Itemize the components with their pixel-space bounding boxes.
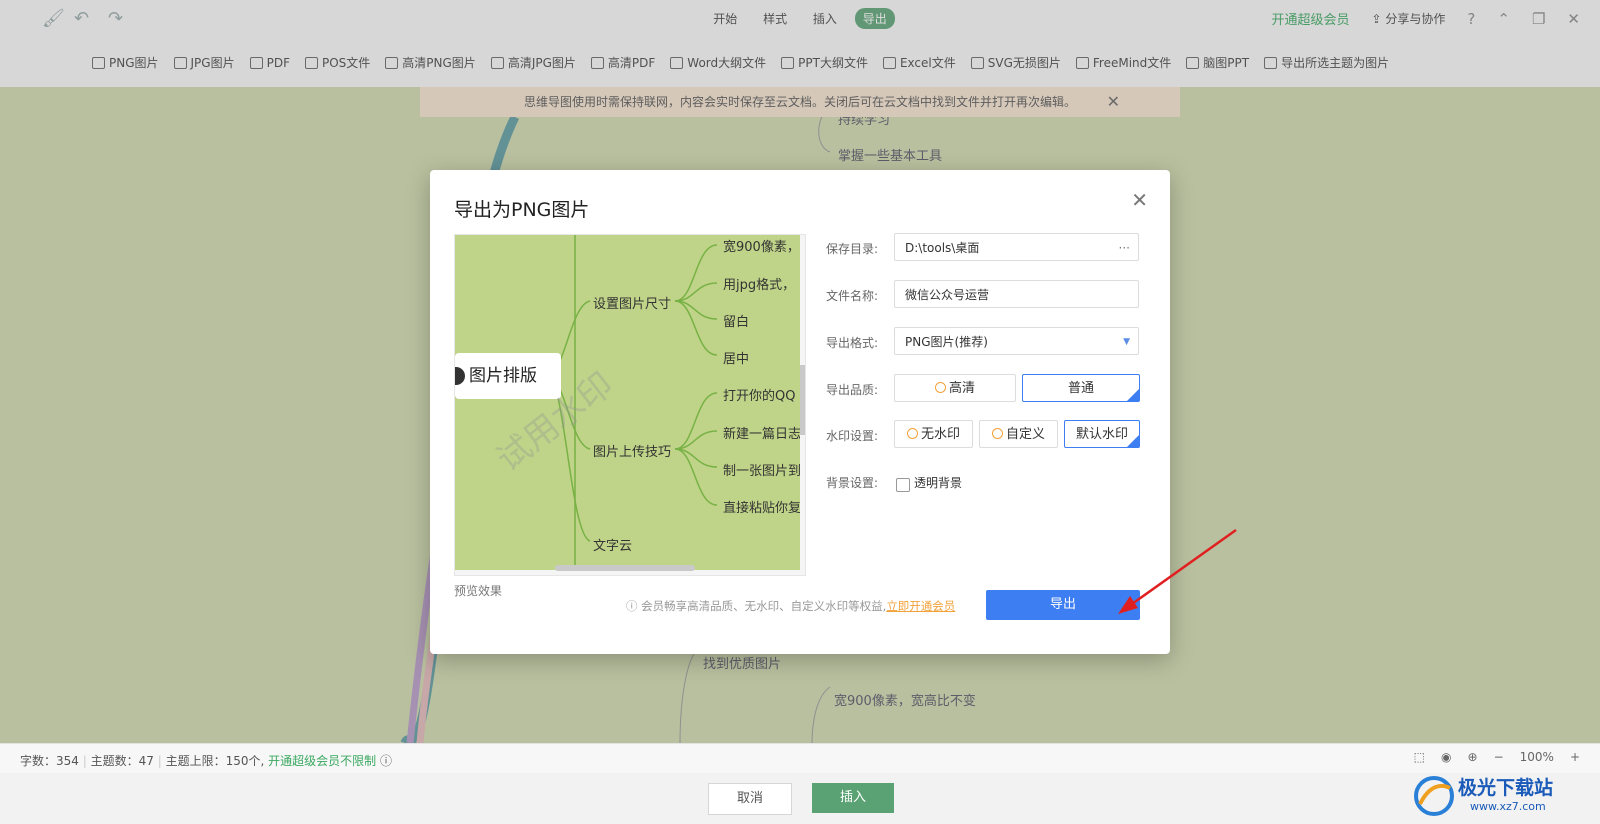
format-label: 导出格式: [826, 336, 879, 350]
preview-leaf: 直接粘贴你复 [723, 501, 800, 516]
save-dir-field[interactable]: D:\tools\桌面 ··· [894, 233, 1139, 261]
save-dir-value: D:\tools\桌面 [905, 241, 980, 255]
quality-label: 导出品质: [826, 383, 879, 397]
file-name-value: 微信公众号运营 [905, 288, 990, 302]
file-name-label: 文件名称: [826, 289, 879, 303]
info-icon: ⓘ [626, 599, 642, 613]
browse-more-icon[interactable]: ··· [1119, 234, 1130, 262]
preview-image: 图片排版 设置图片尺寸 图片上传技巧 文字云 宽900像素， 用jpg格式， 留… [455, 235, 800, 570]
format-value: PNG图片(推荐) [905, 335, 988, 349]
export-png-dialog: 导出为PNG图片 ✕ 图片排版 设置图片尺寸 图片上传技巧 文字云 宽900像素… [430, 170, 1170, 654]
root-dot-icon [455, 367, 465, 385]
preview-root-node: 图片排版 [455, 353, 561, 399]
save-dir-label: 保存目录: [826, 242, 879, 256]
vip-coin-icon [934, 382, 946, 393]
promo-text: 会员畅享高清品质、无水印、自定义水印等权益, [641, 599, 887, 613]
close-icon[interactable]: ✕ [1131, 188, 1148, 212]
preview-leaf: 宽900像素， [723, 240, 800, 255]
topic-count: 主题数：47 [90, 754, 154, 768]
help-icon[interactable]: ⓘ [380, 754, 392, 768]
quality-hd-label: 高清 [948, 381, 975, 396]
preview-root-label: 图片排版 [469, 366, 537, 386]
default-watermark-option[interactable]: 默认水印 [1064, 420, 1140, 448]
vip-coin-icon [991, 428, 1003, 439]
open-vip-link[interactable]: 立即开通会员 [886, 599, 955, 613]
quality-normal-option[interactable]: 普通 [1022, 374, 1140, 402]
logo-url: www.xz7.com [1470, 800, 1546, 813]
dialog-title: 导出为PNG图片 [454, 199, 590, 221]
preview-vertical-scrollbar[interactable] [800, 365, 805, 435]
status-left: 字数：354 | 主题数：47 | 主题上限：150个, 开通超级会员不限制 ⓘ [20, 754, 392, 768]
preview-horizontal-scrollbar[interactable] [555, 565, 695, 571]
zoom-level: 100% [1519, 750, 1554, 764]
chevron-down-icon: ▼ [1123, 337, 1130, 347]
insert-button[interactable]: 插入 [812, 783, 894, 813]
transparent-bg-checkbox[interactable] [896, 478, 910, 492]
vip-promo: ⓘ 会员畅享高清品质、无水印、自定义水印等权益,立即开通会员 [626, 598, 955, 614]
logo-name: 极光下载站 [1458, 777, 1554, 799]
status-right: ⬚ ◉ ⊕ − 100% + [1414, 750, 1580, 764]
custom-watermark-label: 自定义 [1005, 427, 1045, 442]
preview-leaf: 用jpg格式， [723, 278, 796, 293]
vip-coin-icon [906, 428, 918, 439]
locate-icon[interactable]: ⊕ [1468, 750, 1478, 764]
file-name-input[interactable]: 微信公众号运营 [894, 280, 1139, 308]
preview-branch-wordcloud: 文字云 [593, 539, 633, 554]
selected-check-icon [1127, 389, 1139, 401]
preview-leaf: 留白 [723, 315, 750, 330]
preview-panel[interactable]: 图片排版 设置图片尺寸 图片上传技巧 文字云 宽900像素， 用jpg格式， 留… [454, 234, 806, 576]
preview-leaf: 打开你的QQ [723, 389, 796, 404]
status-bar: 字数：354 | 主题数：47 | 主题上限：150个, 开通超级会员不限制 ⓘ… [0, 743, 1600, 774]
select-icon[interactable]: ⬚ [1414, 750, 1425, 764]
custom-watermark-option[interactable]: 自定义 [979, 420, 1058, 448]
transparent-bg-label[interactable]: 透明背景 [914, 474, 962, 491]
zoom-in-button[interactable]: + [1570, 750, 1580, 764]
no-watermark-option[interactable]: 无水印 [894, 420, 973, 448]
preview-leaf: 居中 [723, 352, 750, 367]
selected-check-icon [1127, 435, 1139, 447]
topic-limit: 主题上限：150个, [165, 754, 265, 768]
site-watermark-logo: 极光下载站 www.xz7.com [1410, 770, 1590, 822]
preview-leaf: 制一张图片到 [723, 464, 800, 479]
preview-leaf: 新建一篇日志 [723, 427, 800, 442]
no-watermark-label: 无水印 [920, 427, 960, 442]
background-label: 背景设置: [826, 476, 879, 490]
preview-branch-size: 设置图片尺寸 [593, 297, 672, 312]
watermark-label: 水印设置: [826, 429, 879, 443]
cancel-button[interactable]: 取消 [708, 783, 792, 815]
preview-branch-upload: 图片上传技巧 [593, 445, 672, 460]
quality-hd-option[interactable]: 高清 [894, 374, 1016, 402]
eye-icon[interactable]: ◉ [1441, 750, 1451, 764]
zoom-out-button[interactable]: − [1494, 750, 1504, 764]
word-count: 字数：354 [20, 754, 79, 768]
preview-label: 预览效果 [454, 584, 503, 598]
aurora-logo-icon [1414, 776, 1454, 816]
export-button[interactable]: 导出 [986, 590, 1140, 620]
quality-normal-label: 普通 [1067, 381, 1094, 396]
bottom-action-bar: 取消 插入 [0, 773, 1600, 824]
default-watermark-label: 默认水印 [1075, 427, 1128, 442]
format-select[interactable]: PNG图片(推荐) ▼ [894, 327, 1139, 355]
vip-unlimited-link[interactable]: 开通超级会员不限制 [268, 754, 376, 768]
